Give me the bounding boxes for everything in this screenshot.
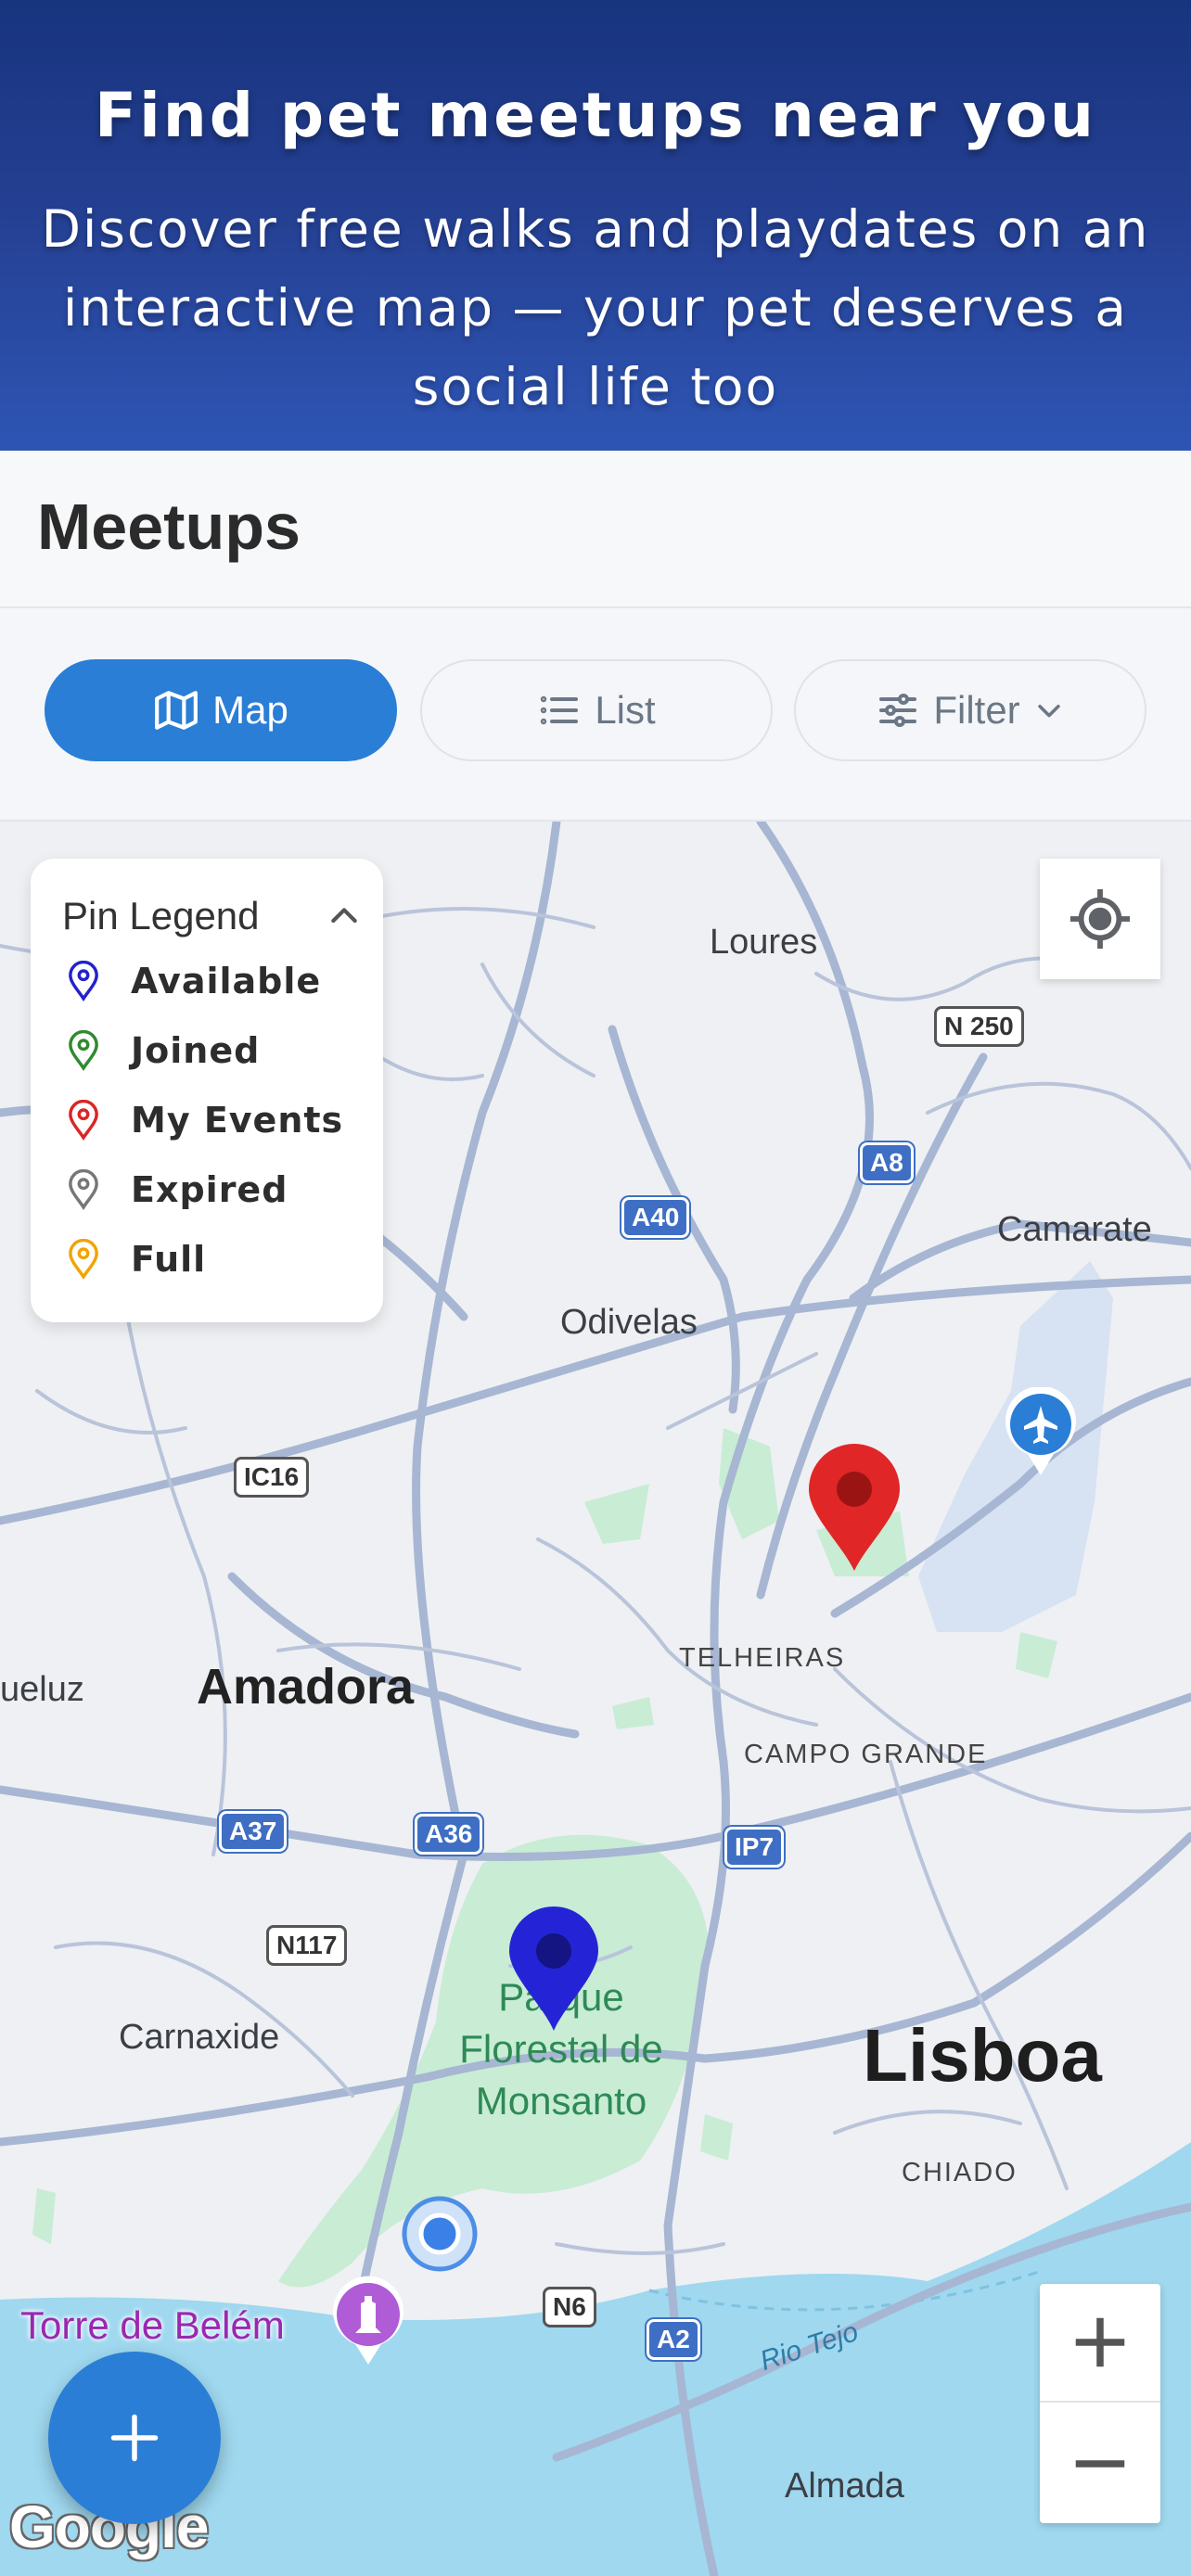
legend-item: Available: [66, 961, 321, 1001]
map-view-button[interactable]: Map: [45, 659, 397, 761]
road-shield-a36: A36: [415, 1814, 483, 1855]
page-header: Meetups: [0, 451, 1191, 608]
road-shield-ip7: IP7: [724, 1827, 785, 1868]
zoom-in-button[interactable]: [1040, 2284, 1160, 2403]
event-pin-available[interactable]: [506, 1905, 602, 2033]
legend-item: My Events: [66, 1100, 343, 1141]
map-pin-icon: [69, 961, 98, 1001]
place-label-chiado: CHIADO: [902, 2158, 1018, 2187]
hero-title: Find pet meetups near you: [95, 80, 1096, 151]
list-icon: [541, 695, 579, 725]
legend-item-label: Joined: [131, 1030, 261, 1071]
road-shield-a37: A37: [219, 1811, 288, 1852]
road-shield-a2: A2: [647, 2319, 700, 2360]
pin-legend: Pin Legend Available Joined My Events Expir…: [31, 859, 383, 1322]
map-icon: [155, 691, 198, 730]
event-pin-my-events[interactable]: [805, 1443, 903, 1573]
road-shield-ic16: IC16: [234, 1457, 310, 1498]
place-label-carnaxide: Carnaxide: [119, 2018, 280, 2057]
my-location-button[interactable]: [1040, 859, 1160, 979]
legend-item-label: Full: [131, 1239, 207, 1280]
place-label-almada: Almada: [785, 2467, 904, 2506]
hero-subtitle: Discover free walks and playdates on an …: [41, 199, 1150, 416]
airport-icon[interactable]: [1004, 1387, 1078, 1480]
place-label-torre-de-belem[interactable]: Torre de Belém: [20, 2303, 285, 2348]
create-meetup-button[interactable]: [48, 2352, 221, 2524]
place-label-loures: Loures: [710, 923, 818, 962]
map-pin-icon: [69, 1100, 98, 1141]
place-label-queluz: ueluz: [0, 1670, 84, 1709]
zoom-out-button[interactable]: [1040, 2404, 1160, 2523]
monument-icon[interactable]: [329, 2276, 407, 2368]
legend-item: Full: [66, 1239, 206, 1280]
plus-icon: [110, 2414, 159, 2462]
legend-title: Pin Legend: [62, 894, 260, 937]
zoom-controls: [1040, 2284, 1160, 2523]
road-shield-n117: N117: [266, 1925, 348, 1966]
legend-item-label: Expired: [131, 1169, 288, 1210]
legend-item-label: Available: [131, 961, 322, 1001]
place-label-lisboa: Lisboa: [863, 2014, 1102, 2097]
filter-button[interactable]: Filter: [794, 659, 1146, 761]
chevron-down-icon: [1037, 704, 1060, 718]
view-toggle-bar: Map List Filter: [0, 608, 1191, 822]
place-label-telheiras: TELHEIRAS: [679, 1643, 846, 1673]
legend-item: Joined: [66, 1030, 260, 1071]
plus-icon: [1075, 2317, 1125, 2367]
minus-icon: [1075, 2460, 1125, 2468]
place-label-campo-grande: CAMPO GRANDE: [744, 1740, 988, 1769]
hero-banner: Find pet meetups near you Discover free …: [0, 0, 1191, 451]
page-title: Meetups: [37, 491, 301, 563]
chevron-up-icon[interactable]: [326, 898, 363, 935]
map-pin-icon: [69, 1239, 98, 1280]
legend-item: Expired: [66, 1169, 288, 1210]
legend-item-label: My Events: [131, 1100, 344, 1141]
map-pin-icon: [69, 1169, 98, 1210]
place-label-camarate: Camarate: [997, 1210, 1152, 1249]
road-shield-n6: N6: [543, 2287, 596, 2327]
sliders-icon: [879, 694, 917, 727]
list-view-button[interactable]: List: [420, 659, 773, 761]
road-shield-a40: A40: [621, 1197, 690, 1238]
map-pin-icon: [69, 1030, 98, 1071]
place-label-amadora: Amadora: [197, 1659, 415, 1715]
map-view-label: Map: [212, 688, 288, 732]
place-label-odivelas: Odivelas: [560, 1303, 698, 1342]
list-view-label: List: [595, 688, 656, 732]
road-shield-a8: A8: [860, 1142, 914, 1183]
road-shield-n250: N 250: [934, 1006, 1024, 1047]
filter-label: Filter: [933, 688, 1020, 732]
crosshair-icon: [1069, 888, 1131, 950]
